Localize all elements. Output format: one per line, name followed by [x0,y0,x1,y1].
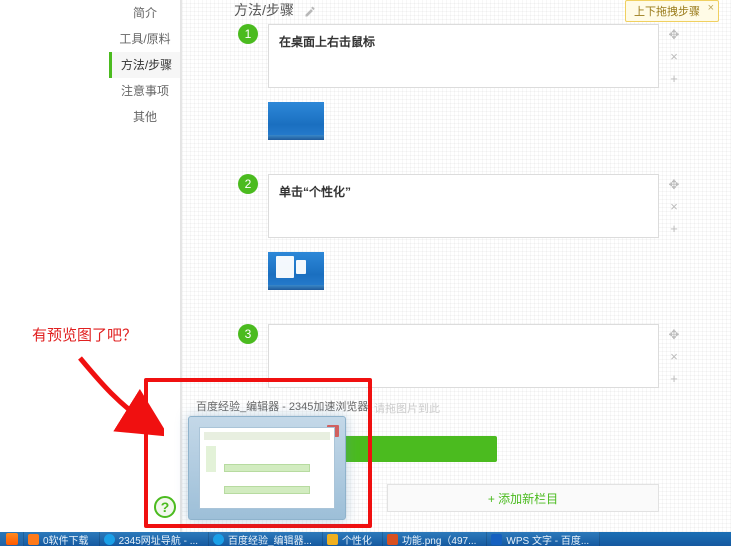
step-2: 2 单击“个性化” ✥ × + [238,174,699,294]
add-icon[interactable]: + [667,218,681,240]
pencil-icon[interactable] [304,5,316,17]
sidebar-item-label: 简介 [133,6,157,20]
taskbar-item-label: 功能.png（497... [402,532,476,546]
add-section-button[interactable]: + 添加新栏目 [387,484,659,512]
taskbar: 0软件下载 2345网址导航 - ... 百度经验_编辑器... 个性化 功能.… [0,532,731,546]
taskbar-item-browser[interactable]: 百度经验_编辑器... [209,532,323,546]
annotation-highlight-box: 百度经验_编辑器 - 2345加速浏览器 × ? [144,378,372,528]
step-number-badge: 2 [238,174,258,194]
taskbar-item-label: 0软件下载 [43,532,89,546]
close-icon[interactable]: × [708,2,714,14]
taskbar-item-downloads[interactable]: 0软件下载 [24,532,100,546]
taskbar-item-label: WPS 文字 - 百度... [506,532,589,546]
taskbar-item-2345nav[interactable]: 2345网址导航 - ... [100,532,209,546]
sidebar-item-label: 其他 [133,110,157,124]
taskbar-item-label: 百度经验_编辑器... [228,532,312,546]
add-icon[interactable]: + [667,68,681,90]
step-1: 1 在桌面上右击鼠标 ✥ × + [238,24,699,144]
taskbar-item-personalize[interactable]: 个性化 [323,532,383,546]
step-handles: ✥ × + [667,174,681,240]
sidebar-item-label: 方法/步骤 [121,58,172,72]
sidebar-item-steps[interactable]: 方法/步骤 [109,52,181,78]
move-handle-icon[interactable]: ✥ [667,324,681,346]
move-handle-icon[interactable]: ✥ [667,174,681,196]
remove-icon[interactable]: × [667,346,681,368]
step-image-thumb[interactable] [268,102,324,140]
sidebar: 简介 工具/原料 方法/步骤 注意事项 其他 [109,0,181,130]
step-number-badge: 1 [238,24,258,44]
sidebar-item-label: 工具/原料 [119,32,170,46]
sidebar-item-label: 注意事项 [121,84,169,98]
step-handles: ✥ × + [667,324,681,390]
add-section-label: 添加新栏目 [498,492,558,506]
step-text-input[interactable]: 单击“个性化” [268,174,659,238]
taskbar-preview-thumbnail[interactable]: × [188,416,346,520]
step-text: 在桌面上右击鼠标 [279,33,648,50]
preview-tooltip-title: 百度经验_编辑器 - 2345加速浏览器 [196,398,368,414]
plus-icon: + [488,492,495,506]
dropzone-hint: 请拖图片到此 [374,400,440,416]
left-gutter [0,0,109,532]
sidebar-item-tools[interactable]: 工具/原料 [109,26,181,52]
taskbar-item-wps[interactable]: WPS 文字 - 百度... [487,532,600,546]
remove-icon[interactable]: × [667,46,681,68]
add-icon[interactable]: + [667,368,681,390]
move-handle-icon[interactable]: ✥ [667,24,681,46]
step-number-badge: 3 [238,324,258,344]
sidebar-item-notes[interactable]: 注意事项 [109,78,181,104]
step-image-thumb[interactable] [268,252,324,290]
remove-icon[interactable]: × [667,196,681,218]
help-icon[interactable]: ? [154,496,176,518]
sidebar-item-intro[interactable]: 简介 [109,0,181,26]
section-title-text: 方法/步骤 [234,2,294,18]
start-button[interactable] [0,532,24,546]
annotation-text: 有预览图了吧？ [32,324,137,345]
sidebar-item-other[interactable]: 其他 [109,104,181,130]
step-text: 单击“个性化” [279,183,648,200]
hint-tooltip: 上下拖拽步骤 × [625,0,719,22]
taskbar-item-label: 2345网址导航 - ... [119,532,198,546]
step-text-input[interactable]: 在桌面上右击鼠标 [268,24,659,88]
taskbar-item-image[interactable]: 功能.png（497... [383,532,487,546]
hint-text: 上下拖拽步骤 [634,6,700,18]
section-title: 方法/步骤 [234,0,316,20]
taskbar-item-label: 个性化 [342,532,372,546]
step-handles: ✥ × + [667,24,681,90]
